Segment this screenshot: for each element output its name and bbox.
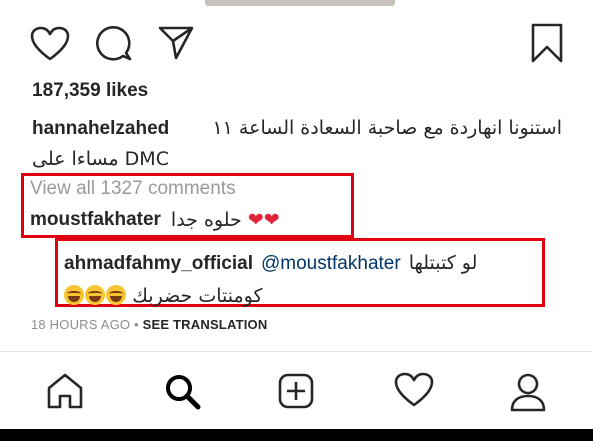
- reply-text-line2: كومنتات حضربك: [132, 285, 263, 307]
- red-heart-emoji: ❤❤: [247, 209, 282, 231]
- caption-text-line2: DMC مساءا على: [32, 148, 169, 170]
- post-action-bar: [0, 18, 593, 68]
- comment-text-arabic: حلوه جدا: [170, 209, 242, 231]
- bookmark-icon[interactable]: [530, 22, 564, 64]
- reply-username[interactable]: ahmadfahmy_official: [64, 248, 253, 280]
- comment-item: moustfakhater ❤❤ حلوه جدا: [30, 209, 282, 231]
- post-timestamp: 18 HOURS AGO: [31, 317, 131, 332]
- view-all-comments-link[interactable]: View all 1327 comments: [30, 178, 236, 200]
- caption-username[interactable]: hannahelzahed: [32, 113, 169, 144]
- reply-mention[interactable]: @moustfakhater: [261, 248, 401, 280]
- home-icon[interactable]: [45, 372, 85, 415]
- see-translation-link[interactable]: SEE TRANSLATION: [143, 317, 268, 332]
- post-caption: hannahelzahed استنونا انهاردة مع صاحبة ا…: [32, 113, 562, 175]
- paper-plane-icon[interactable]: [157, 24, 195, 62]
- new-post-icon[interactable]: [277, 372, 315, 415]
- comment-text: ❤❤ حلوه جدا: [170, 209, 282, 231]
- speech-bubble-icon[interactable]: [95, 24, 133, 62]
- comment-username[interactable]: moustfakhater: [30, 209, 161, 231]
- heart-outline-icon[interactable]: [30, 26, 70, 62]
- post-photo-bottom-edge: [0, 0, 593, 8]
- activity-heart-icon[interactable]: [394, 372, 434, 413]
- search-icon[interactable]: [163, 372, 203, 417]
- post-meta: 18 HOURS AGO • SEE TRANSLATION: [31, 317, 267, 332]
- likes-count[interactable]: 187,359 likes: [32, 80, 148, 102]
- meta-separator: •: [134, 317, 139, 332]
- caption-text-line1: استنونا انهاردة مع صاحبة السعادة الساعة …: [212, 117, 562, 139]
- laughing-emoji: [64, 285, 127, 307]
- post-photo[interactable]: [205, 0, 395, 6]
- reply-text-line1: لو كتبتلها: [408, 252, 478, 274]
- bottom-tab-bar: [0, 352, 593, 430]
- system-navigation-bar: [0, 429, 593, 441]
- reply-comment: ahmadfahmy_official @moustfakhater لو كت…: [64, 247, 534, 313]
- profile-icon[interactable]: [509, 372, 547, 417]
